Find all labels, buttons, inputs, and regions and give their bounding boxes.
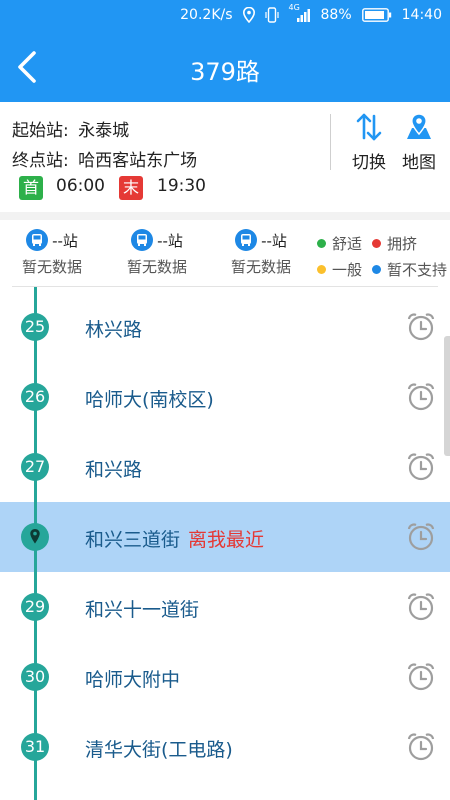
app-header: 379路 xyxy=(0,32,450,102)
start-station: 起始站: 永泰城 xyxy=(12,116,129,141)
divider xyxy=(12,286,438,287)
legend-dot-unsupported xyxy=(372,264,381,274)
stop-name: 哈师大附中 xyxy=(85,669,181,691)
bus-status-3: --站 暂无数据 xyxy=(216,228,306,277)
current-location-marker xyxy=(21,523,49,551)
battery-percent: 88% xyxy=(320,7,352,23)
swap-arrows-icon xyxy=(356,113,382,141)
location-icon xyxy=(242,7,255,23)
alarm-button[interactable] xyxy=(406,522,436,556)
network-speed: 20.2K/s xyxy=(180,7,233,23)
stop-name: 清华大街(工电路) xyxy=(85,739,233,761)
stop-row[interactable]: 27 和兴路 xyxy=(0,432,450,502)
stop-number: 25 xyxy=(21,313,49,341)
alarm-button[interactable] xyxy=(406,732,436,766)
stop-name: 哈师大(南校区) xyxy=(85,389,214,411)
switch-direction-button[interactable]: 切换 xyxy=(344,112,394,173)
stop-name: 和兴路 xyxy=(85,459,143,481)
bus-icon xyxy=(26,229,49,251)
first-bus-time: 06:00 xyxy=(56,176,105,196)
bus-status-2: --站 暂无数据 xyxy=(112,228,202,277)
map-label: 地图 xyxy=(402,153,436,173)
alarm-clock-icon xyxy=(407,733,435,761)
alarm-button[interactable] xyxy=(406,312,436,346)
bus-station-count: --站 xyxy=(261,231,287,250)
start-station-value: 永泰城 xyxy=(78,121,130,141)
stop-number: 29 xyxy=(21,593,49,621)
crowd-legend: 舒适 拥挤 一般 暂不支持 xyxy=(317,230,447,282)
alarm-clock-icon xyxy=(407,313,435,341)
legend-comfortable: 舒适 xyxy=(332,234,363,253)
alarm-button[interactable] xyxy=(406,382,436,416)
stop-row[interactable]: 26 哈师大(南校区) xyxy=(0,362,450,432)
stop-number: 26 xyxy=(21,383,49,411)
stop-number: 30 xyxy=(21,663,49,691)
stop-row-current-marker xyxy=(0,502,450,572)
bus-icon xyxy=(131,229,154,251)
bus-icon xyxy=(235,229,258,251)
end-station: 终点站: 哈西客站东广场 xyxy=(12,146,197,171)
bus-station-count: --站 xyxy=(157,231,183,250)
alarm-button[interactable] xyxy=(406,452,436,486)
stop-number: 27 xyxy=(21,453,49,481)
alarm-clock-icon xyxy=(407,523,435,551)
start-station-label: 起始站: xyxy=(12,121,69,141)
alarm-clock-icon xyxy=(407,453,435,481)
legend-dot-crowded xyxy=(372,238,382,248)
stop-row[interactable]: 29 和兴十一道街 xyxy=(0,572,450,642)
legend-dot-normal xyxy=(317,264,326,274)
map-pin-icon xyxy=(407,113,431,139)
bus-station-count: --站 xyxy=(52,231,78,250)
section-separator xyxy=(0,212,450,220)
clock: 14:40 xyxy=(401,7,442,23)
stop-row[interactable]: 30 哈师大附中 xyxy=(0,642,450,712)
alarm-clock-icon xyxy=(407,383,435,411)
status-bar: 20.2K/s 4G 88% 14:40 xyxy=(0,0,450,32)
stop-name: 林兴路 xyxy=(85,319,143,341)
location-pin-icon xyxy=(30,529,40,544)
legend-normal: 一般 xyxy=(332,260,363,279)
end-station-label: 终点站: xyxy=(12,151,69,171)
bus-status-1: --站 暂无数据 xyxy=(7,228,97,277)
first-bus-badge: 首 xyxy=(19,176,43,200)
last-bus-badge: 末 xyxy=(119,176,143,200)
alarm-clock-icon xyxy=(407,593,435,621)
bus-status-text: 暂无数据 xyxy=(21,258,82,276)
switch-label: 切换 xyxy=(352,153,386,173)
scrollbar[interactable] xyxy=(444,336,450,456)
bus-status-text: 暂无数据 xyxy=(230,258,291,276)
page-title: 379路 xyxy=(190,58,260,86)
stop-row[interactable]: 31 清华大街(工电路) xyxy=(0,712,450,782)
stop-row[interactable]: 25 林兴路 xyxy=(0,292,450,362)
action-divider xyxy=(330,114,331,170)
end-station-value: 哈西客站东广场 xyxy=(78,151,198,171)
map-button[interactable]: 地图 xyxy=(394,112,444,173)
stop-number: 31 xyxy=(21,733,49,761)
alarm-button[interactable] xyxy=(406,662,436,696)
legend-crowded: 拥挤 xyxy=(387,234,418,253)
signal-icon: 4G xyxy=(289,3,311,23)
alarm-button[interactable] xyxy=(406,592,436,626)
legend-unsupported: 暂不支持 xyxy=(387,260,448,279)
vibrate-icon xyxy=(264,7,279,23)
stop-name: 和兴十一道街 xyxy=(85,599,200,621)
battery-icon xyxy=(361,8,391,22)
last-bus-time: 19:30 xyxy=(157,176,206,196)
alarm-clock-icon xyxy=(407,663,435,691)
legend-dot-comfortable xyxy=(317,238,326,248)
bus-status-text: 暂无数据 xyxy=(126,258,187,276)
